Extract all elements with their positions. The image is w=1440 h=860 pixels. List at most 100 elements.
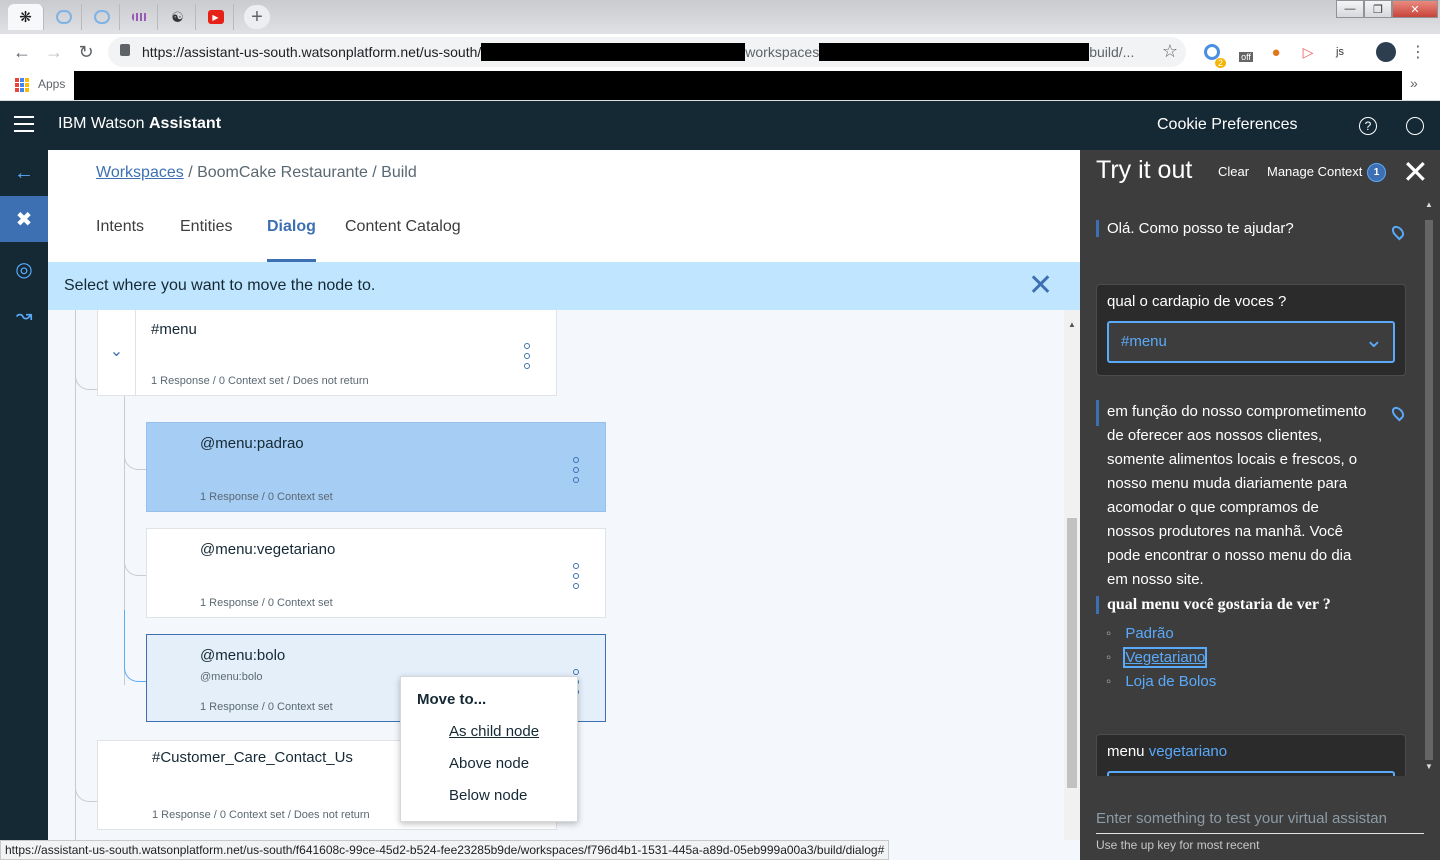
- profile-avatar[interactable]: [1376, 42, 1396, 62]
- collapse-chevron-icon[interactable]: ⌄: [98, 310, 136, 395]
- option-list: ◦ Padrão ◦ Vegetariano ◦ Loja de Bolos: [1106, 622, 1216, 694]
- browser-tab-5[interactable]: ☯: [160, 4, 196, 30]
- tree-branch: [124, 400, 146, 470]
- move-below-option[interactable]: Below node: [449, 787, 527, 804]
- dialog-node-menu[interactable]: ⌄ #menu 1 Response / 0 Context set / Doe…: [97, 310, 557, 396]
- chat-input-placeholder: Enter something to test your virtual ass…: [1096, 810, 1387, 827]
- app-header: IBM Watson Assistant Cookie Preferences …: [0, 101, 1440, 150]
- tab-entities[interactable]: Entities: [180, 218, 232, 262]
- option-question-block: qual menu você gostaria de ver ?: [1096, 596, 1414, 614]
- back-arrow-icon[interactable]: ←: [10, 40, 34, 64]
- chevron-down-icon: ⌄: [1364, 327, 1383, 352]
- browser-tab-2[interactable]: [46, 4, 82, 30]
- cloud-tab-icon: [93, 10, 110, 24]
- browser-tab-watson[interactable]: ❋: [8, 4, 44, 30]
- node-title: #menu: [151, 321, 197, 338]
- breadcrumb-workspaces-link[interactable]: Workspaces: [96, 164, 184, 181]
- banner-text: Select where you want to move the node t…: [64, 277, 376, 294]
- hamburger-menu-icon[interactable]: [14, 116, 34, 132]
- location-pin-icon[interactable]: [1389, 404, 1407, 422]
- tree-branch: [124, 610, 146, 682]
- dialog-node-vegetariano[interactable]: @menu:vegetariano 1 Response / 0 Context…: [146, 528, 606, 618]
- scroll-down-arrow-icon[interactable]: ▼: [1425, 762, 1433, 771]
- canvas-scrollbar[interactable]: ▲: [1064, 310, 1080, 840]
- extension-off-icon[interactable]: off: [1236, 42, 1256, 62]
- option-vegetariano[interactable]: ◦ Vegetariano: [1106, 646, 1216, 670]
- breadcrumb-path: / BoomCake Restaurante / Build: [188, 164, 417, 181]
- breadcrumb: Workspaces / BoomCake Restaurante / Buil…: [96, 164, 417, 182]
- move-node-banner: Select where you want to move the node t…: [48, 262, 1080, 310]
- tab-intents[interactable]: Intents: [96, 218, 144, 262]
- browser-tab-4[interactable]: [122, 4, 158, 30]
- apps-bookmark[interactable]: Apps: [38, 77, 65, 91]
- extension-arrow-icon[interactable]: ▷: [1298, 42, 1318, 62]
- bot-message: em função do nosso comprometimento de of…: [1107, 403, 1367, 588]
- browser-toolbar: ← → ↻ https://assistant-us-south.watsonp…: [0, 34, 1440, 70]
- move-as-child-option[interactable]: As child node: [449, 723, 539, 740]
- star-icon[interactable]: ☆: [1162, 41, 1178, 62]
- chat-input[interactable]: Enter something to test your virtual ass…: [1096, 810, 1424, 834]
- analytics-icon[interactable]: ↝: [0, 292, 48, 338]
- address-bar[interactable]: https://assistant-us-south.watsonplatfor…: [108, 37, 1186, 67]
- scroll-thumb[interactable]: [1067, 518, 1077, 788]
- js-extension-icon[interactable]: js: [1330, 42, 1350, 62]
- metamask-icon[interactable]: ●: [1266, 42, 1286, 62]
- cookie-preferences-link[interactable]: Cookie Preferences: [1157, 116, 1298, 134]
- redacted-bookmarks: [74, 71, 1402, 100]
- node-title: @menu:vegetariano: [200, 541, 336, 558]
- url-mid: workspaces: [745, 44, 820, 60]
- node-options-icon[interactable]: [573, 563, 579, 589]
- reload-icon[interactable]: ↻: [74, 40, 98, 64]
- back-to-workspaces-icon[interactable]: ←: [0, 150, 48, 196]
- tab-dialog[interactable]: Dialog: [267, 218, 316, 262]
- tab-content-catalog[interactable]: Content Catalog: [345, 218, 461, 262]
- window-close-button[interactable]: ✕: [1392, 0, 1438, 18]
- main-content: Workspaces / BoomCake Restaurante / Buil…: [48, 150, 1080, 860]
- option-padrao[interactable]: ◦ Padrão: [1106, 622, 1216, 646]
- intent-select-partial[interactable]: [1107, 771, 1395, 776]
- node-meta: 1 Response / 0 Context set: [200, 597, 333, 609]
- node-options-icon[interactable]: [573, 457, 579, 483]
- build-tools-icon[interactable]: ✖: [0, 196, 48, 242]
- user-message: menu vegetariano: [1107, 743, 1227, 760]
- chat-input-hint: Use the up key for most recent: [1096, 838, 1260, 852]
- try-it-out-panel: Try it out Clear Manage Context 1 ✕ ▲ ▼ …: [1080, 150, 1440, 860]
- move-above-option[interactable]: Above node: [449, 755, 529, 772]
- forward-arrow-icon[interactable]: →: [42, 40, 66, 64]
- browser-menu-icon[interactable]: ⋮: [1408, 42, 1428, 62]
- node-options-icon[interactable]: [524, 343, 530, 369]
- more-bookmarks-icon[interactable]: »: [1410, 75, 1418, 91]
- manage-context-button[interactable]: Manage Context: [1267, 164, 1362, 179]
- brand-bold: Assistant: [149, 115, 222, 132]
- left-rail: ← ✖ ◎ ↝: [0, 150, 48, 860]
- browser-tab-youtube[interactable]: ▶: [198, 4, 234, 30]
- new-tab-button[interactable]: +: [244, 5, 270, 29]
- watson-tab-icon: ❋: [19, 9, 32, 26]
- scroll-up-arrow-icon[interactable]: ▲: [1425, 200, 1433, 209]
- banner-close-icon[interactable]: ✕: [1028, 271, 1053, 301]
- user-message-bubble: menu vegetariano: [1096, 734, 1406, 776]
- browser-tab-3[interactable]: [84, 4, 120, 30]
- clear-button[interactable]: Clear: [1218, 164, 1249, 179]
- maximize-button[interactable]: ❐: [1364, 0, 1392, 18]
- option-loja-de-bolos[interactable]: ◦ Loja de Bolos: [1106, 670, 1216, 694]
- apps-grid-icon[interactable]: [15, 78, 29, 92]
- try-title: Try it out: [1096, 156, 1193, 184]
- dialog-node-padrao[interactable]: @menu:padrao 1 Response / 0 Context set: [146, 422, 606, 512]
- node-title: #Customer_Care_Contact_Us: [152, 749, 353, 766]
- close-panel-icon[interactable]: ✕: [1402, 154, 1429, 190]
- user-account-icon[interactable]: [1406, 117, 1424, 135]
- youtube-tab-icon: ▶: [207, 10, 224, 24]
- intent-select[interactable]: #menu ⌄: [1107, 321, 1395, 363]
- scroll-thumb[interactable]: [1425, 220, 1433, 760]
- minimize-button[interactable]: —: [1336, 0, 1364, 18]
- chat-scrollbar[interactable]: ▲ ▼: [1422, 196, 1436, 776]
- node-meta: 1 Response / 0 Context set / Does not re…: [152, 809, 370, 821]
- user-message-text: menu: [1107, 743, 1145, 760]
- extension-icon[interactable]: 2: [1202, 42, 1226, 68]
- scroll-up-arrow-icon[interactable]: ▲: [1068, 320, 1076, 329]
- improve-icon[interactable]: ◎: [0, 246, 48, 292]
- extension-badge: 2: [1214, 58, 1226, 68]
- help-icon[interactable]: ?: [1359, 117, 1377, 135]
- url-host: https://assistant-us-south.watsonplatfor…: [142, 44, 482, 60]
